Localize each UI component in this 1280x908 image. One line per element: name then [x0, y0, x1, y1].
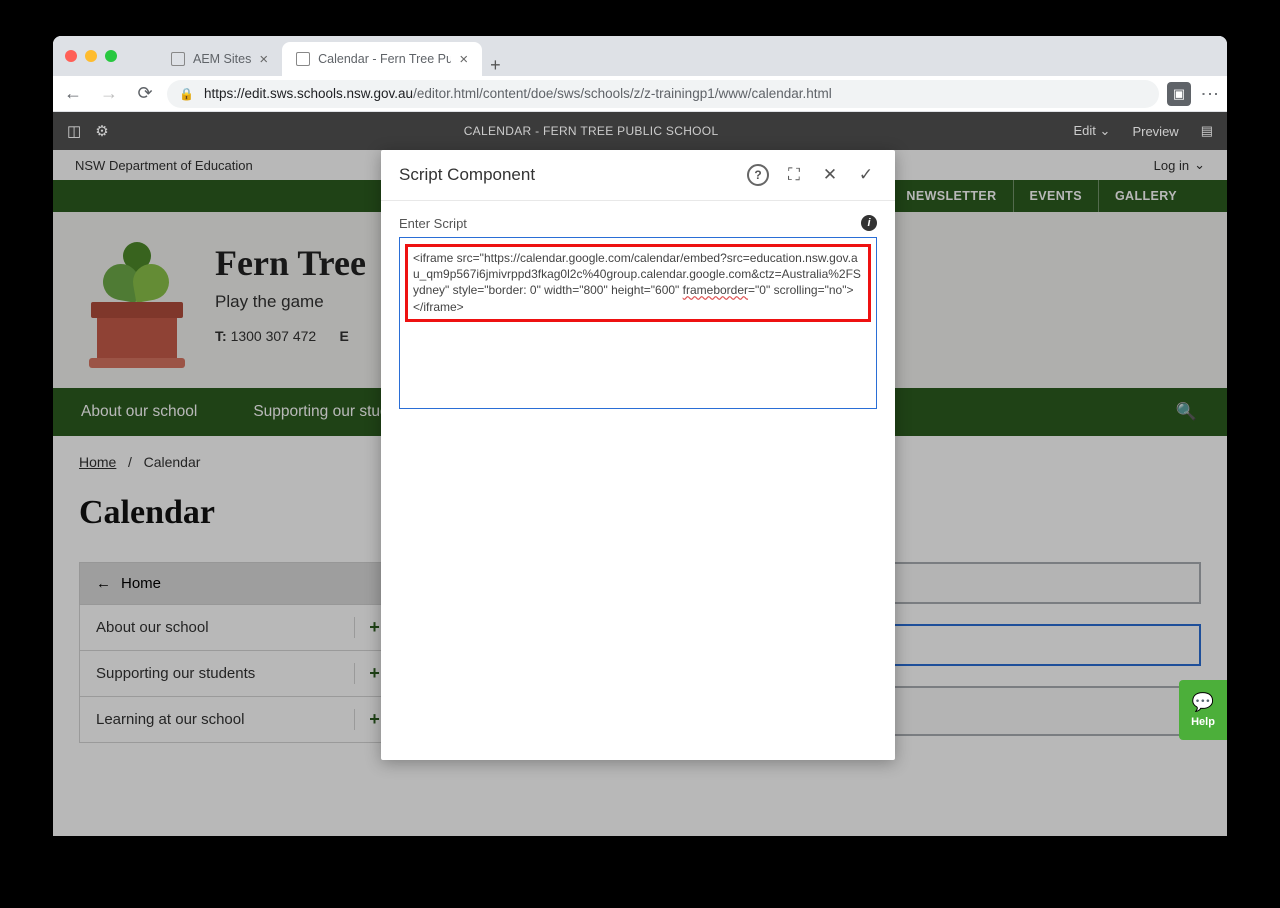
page-icon [296, 52, 310, 66]
dialog-header: Script Component ? ⛶ ✕ ✓ [381, 150, 895, 201]
sidebar-item-about[interactable]: About our school + [79, 605, 395, 651]
window-titlebar: AEM Sites × Calendar - Fern Tree Public … [53, 36, 1227, 76]
tab-aem-sites[interactable]: AEM Sites × [157, 42, 282, 76]
maximize-window-icon[interactable] [105, 50, 117, 62]
arrow-left-icon: ← [96, 575, 111, 592]
edit-mode-dropdown[interactable]: Edit ⌄ [1074, 123, 1111, 139]
settings-icon[interactable]: ⚙ [95, 122, 108, 140]
reload-button[interactable]: ⟳ [131, 80, 159, 108]
browser-tabs: AEM Sites × Calendar - Fern Tree Public … [157, 36, 501, 76]
forward-button[interactable]: → [95, 80, 123, 108]
page-title-toolbar: CALENDAR - FERN TREE PUBLIC SCHOOL [109, 124, 1074, 138]
tab-calendar[interactable]: Calendar - Fern Tree Public Sc × [282, 42, 482, 76]
chevron-down-icon: ⌄ [1100, 123, 1111, 138]
tab-label: Calendar - Fern Tree Public Sc [318, 52, 451, 66]
breadcrumb-home[interactable]: Home [79, 454, 116, 470]
sidebar-item-learning[interactable]: Learning at our school + [79, 697, 395, 743]
school-name: Fern Tree [215, 242, 366, 284]
nav-about[interactable]: About our school [53, 389, 225, 435]
tagline: Play the game [215, 292, 366, 312]
fullscreen-icon[interactable]: ⛶ [783, 164, 805, 186]
url-input[interactable]: 🔒 https://edit.sws.schools.nsw.gov.au/ed… [167, 80, 1159, 108]
close-window-icon[interactable] [65, 50, 77, 62]
close-icon[interactable]: ✕ [819, 164, 841, 186]
lock-icon: 🔒 [179, 87, 194, 101]
address-bar-row: ← → ⟳ 🔒 https://edit.sws.schools.nsw.gov… [53, 76, 1227, 112]
highlight-box: <iframe src="https://calendar.google.com… [405, 244, 871, 322]
info-icon[interactable]: i [861, 215, 877, 231]
page-icon [171, 52, 185, 66]
help-tab[interactable]: 💬 Help [1179, 680, 1227, 740]
help-icon[interactable]: ? [747, 164, 769, 186]
aem-toolbar: ◫ ⚙ CALENDAR - FERN TREE PUBLIC SCHOOL E… [53, 112, 1227, 150]
nav-gallery[interactable]: GALLERY [1099, 180, 1193, 212]
page-properties-icon[interactable]: ▤ [1201, 123, 1213, 139]
preview-button[interactable]: Preview [1132, 124, 1178, 139]
script-component-dialog: Script Component ? ⛶ ✕ ✓ Enter Script i … [381, 150, 895, 760]
minimize-window-icon[interactable] [85, 50, 97, 62]
extension-icon[interactable]: ▣ [1167, 82, 1191, 106]
browser-window: AEM Sites × Calendar - Fern Tree Public … [53, 36, 1227, 836]
search-icon[interactable]: 🔍 [1146, 388, 1227, 436]
confirm-icon[interactable]: ✓ [855, 164, 877, 186]
department-label: NSW Department of Education [75, 158, 253, 173]
script-input[interactable]: <iframe src="https://calendar.google.com… [399, 237, 877, 409]
school-logo [87, 242, 187, 362]
field-label: Enter Script [399, 216, 467, 231]
sidebar-nav: ← Home About our school + Supporting our… [79, 562, 395, 743]
new-tab-button[interactable]: + [490, 55, 501, 76]
sidebar-home[interactable]: ← Home [79, 562, 395, 605]
breadcrumb-current: Calendar [144, 454, 201, 470]
close-icon[interactable]: × [459, 51, 468, 68]
nav-events[interactable]: EVENTS [1014, 180, 1099, 212]
back-button[interactable]: ← [59, 80, 87, 108]
sidebar-item-supporting[interactable]: Supporting our students + [79, 651, 395, 697]
chevron-down-icon: ⌄ [1194, 157, 1205, 173]
close-icon[interactable]: × [259, 51, 268, 68]
url-text: https://edit.sws.schools.nsw.gov.au/edit… [204, 86, 832, 101]
side-panel-icon[interactable]: ◫ [67, 122, 81, 140]
tab-label: AEM Sites [193, 52, 251, 66]
browser-menu-icon[interactable]: ⋮ [1199, 85, 1221, 103]
login-link[interactable]: Log in ⌄ [1154, 157, 1205, 173]
chat-icon: 💬 [1192, 692, 1214, 713]
contact-phone: T: 1300 307 472 E [215, 328, 366, 344]
nav-newsletter[interactable]: NEWSLETTER [890, 180, 1013, 212]
dialog-title: Script Component [399, 165, 733, 185]
traffic-lights [65, 50, 117, 62]
